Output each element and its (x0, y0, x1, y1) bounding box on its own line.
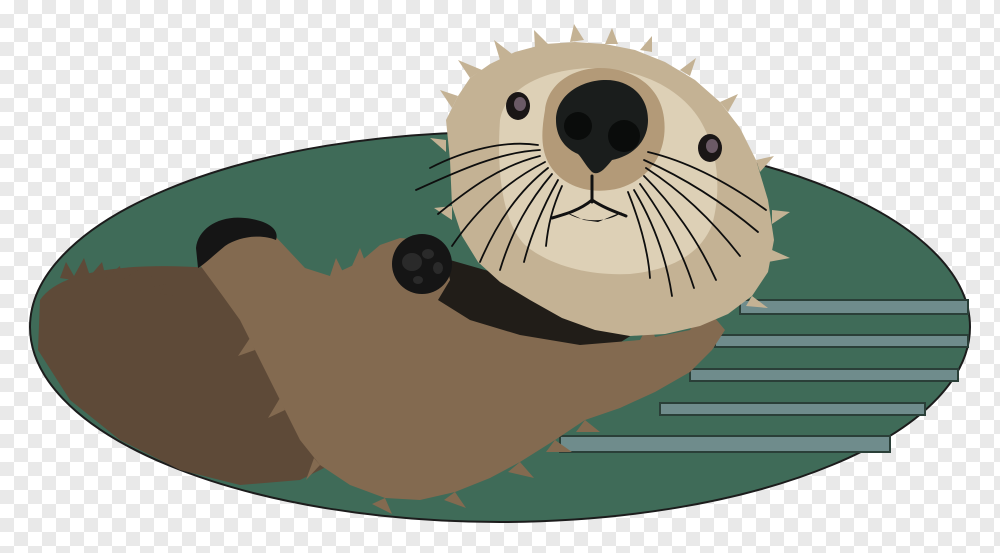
nostril-left (564, 112, 592, 140)
otter-eye-left (506, 92, 530, 120)
otter-front-paw (392, 234, 452, 294)
nostril-right (608, 120, 640, 152)
ripple-line (559, 435, 891, 453)
ripple-line (714, 334, 969, 348)
ripple-line (659, 402, 926, 416)
sea-otter-illustration (29, 24, 971, 523)
otter-eye-right (698, 134, 722, 162)
ripple-line (689, 368, 959, 382)
ripple-line (739, 299, 969, 315)
